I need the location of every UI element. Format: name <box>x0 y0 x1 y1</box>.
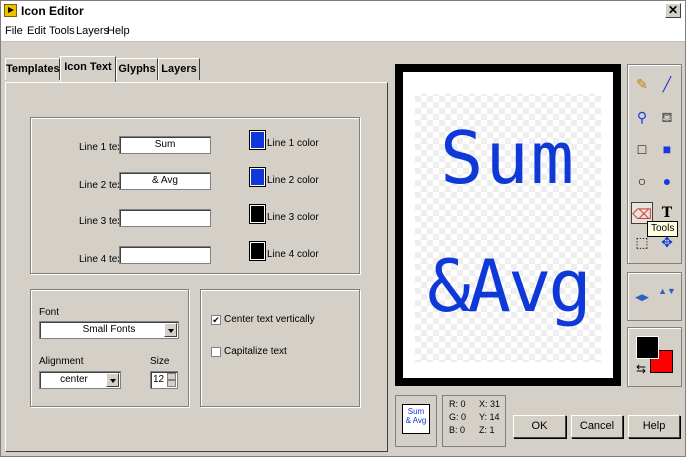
cancel-button[interactable]: Cancel <box>571 415 623 438</box>
menu-layers[interactable]: Layers <box>76 25 109 37</box>
fill-bucket-icon[interactable]: ⛾ <box>656 106 678 128</box>
rectangle-filled-icon[interactable]: ■ <box>656 138 678 160</box>
readout-g: G: 0 <box>449 412 467 422</box>
canvas-line-1: Sum <box>439 116 577 200</box>
chevron-down-icon[interactable] <box>164 323 177 337</box>
alignment-label: Alignment <box>39 356 84 367</box>
line-3-color-label: Line 3 color <box>267 212 319 223</box>
icon-editor-window: Icon Editor ✕ File Edit Tools Layers Hel… <box>0 0 686 457</box>
line-icon[interactable]: ╱ <box>656 73 678 95</box>
ok-button[interactable]: OK <box>513 415 566 438</box>
flip-palette: ◀▶ ▲▼ <box>627 272 682 321</box>
spinner-up-icon[interactable] <box>167 373 176 380</box>
swap-colors-icon[interactable]: ⇆ <box>636 362 646 376</box>
line-4-color-label: Line 4 color <box>267 249 319 260</box>
line-1-text-field[interactable]: Sum <box>119 136 211 154</box>
help-button[interactable]: Help <box>628 415 680 438</box>
tab-icon-text[interactable]: Icon Text <box>60 56 116 82</box>
title-bar: Icon Editor ✕ <box>1 1 685 21</box>
flip-horizontal-icon[interactable]: ◀▶ <box>631 286 653 308</box>
icon-canvas[interactable]: Sum &Avg <box>403 72 613 378</box>
line-4-text-field[interactable] <box>119 246 211 264</box>
font-select-value: Small Fonts <box>82 324 136 335</box>
chevron-down-icon[interactable] <box>106 373 119 387</box>
alignment-select[interactable]: center <box>39 371 121 389</box>
line-2-text-field[interactable]: & Avg <box>119 172 211 190</box>
preview-line-2: & Avg <box>405 416 427 425</box>
line-1-color-swatch[interactable] <box>249 130 266 150</box>
tab-glyphs[interactable]: Glyphs <box>116 58 158 80</box>
line-2-color-swatch[interactable] <box>249 167 266 187</box>
color-palette: ⇆ <box>627 327 682 387</box>
icon-canvas-frame: Sum &Avg <box>395 64 621 386</box>
menu-file[interactable]: File <box>5 25 23 37</box>
center-vertically-label: Center text vertically <box>224 314 315 325</box>
font-group: Font Small Fonts Alignment center Size 1… <box>30 289 189 407</box>
menu-bar: File Edit Tools Layers Help <box>1 21 685 42</box>
options-group: ✔ Center text vertically Capitalize text <box>200 289 360 407</box>
readout-b: B: 0 <box>449 425 466 435</box>
line-3-color-swatch[interactable] <box>249 204 266 224</box>
center-vertically-checkbox[interactable]: ✔ <box>211 315 221 325</box>
tab-templates[interactable]: Templates <box>5 58 60 80</box>
icon-preview: Sum & Avg <box>402 404 430 434</box>
readout-y: Y: 14 <box>479 412 500 422</box>
readout-z: Z: 1 <box>479 425 495 435</box>
readout-x: X: 31 <box>479 399 501 409</box>
spinner-down-icon[interactable] <box>167 380 176 387</box>
dropper-icon[interactable]: ⚲ <box>631 106 653 128</box>
icon-text-panel: Line 1 text Sum Line 1 color Line 2 text… <box>5 82 388 452</box>
canvas-line-2: &Avg <box>427 244 591 328</box>
line-3-text-field[interactable] <box>119 209 211 227</box>
menu-tools[interactable]: Tools <box>49 25 75 37</box>
foreground-color-swatch[interactable] <box>636 336 659 359</box>
ellipse-filled-icon[interactable]: ● <box>656 170 678 192</box>
rectangle-outline-icon[interactable]: □ <box>631 138 653 160</box>
text-lines-group: Line 1 text Sum Line 1 color Line 2 text… <box>30 117 360 274</box>
alignment-select-value: center <box>60 374 88 385</box>
line-2-color-label: Line 2 color <box>267 175 319 186</box>
preview-line-1: Sum <box>407 407 425 416</box>
size-label: Size <box>150 356 170 367</box>
tab-layers[interactable]: Layers <box>158 58 200 80</box>
readout-r: R: 0 <box>449 399 466 409</box>
line-1-color-label: Line 1 color <box>267 138 319 149</box>
line-4-color-swatch[interactable] <box>249 241 266 261</box>
window-title: Icon Editor <box>21 4 84 18</box>
capitalize-text-checkbox[interactable] <box>211 347 221 357</box>
ellipse-outline-icon[interactable]: ○ <box>631 170 653 192</box>
labview-app-icon <box>4 4 17 17</box>
close-button[interactable]: ✕ <box>665 3 681 18</box>
pencil-icon[interactable]: ✎ <box>631 73 653 95</box>
capitalize-text-label: Capitalize text <box>224 346 287 357</box>
menu-edit[interactable]: Edit <box>27 25 46 37</box>
menu-help[interactable]: Help <box>107 25 130 37</box>
tools-tooltip: Tools <box>647 221 679 237</box>
icon-preview-frame: Sum & Avg <box>395 395 437 447</box>
pixel-readout: R: 0 G: 0 B: 0 X: 31 Y: 14 Z: 1 <box>442 395 506 447</box>
font-label: Font <box>39 307 60 318</box>
size-value: 12 <box>153 374 165 385</box>
font-select[interactable]: Small Fonts <box>39 321 179 339</box>
size-spinner[interactable]: 12 <box>150 371 178 389</box>
flip-vertical-icon[interactable]: ▲▼ <box>656 286 678 308</box>
